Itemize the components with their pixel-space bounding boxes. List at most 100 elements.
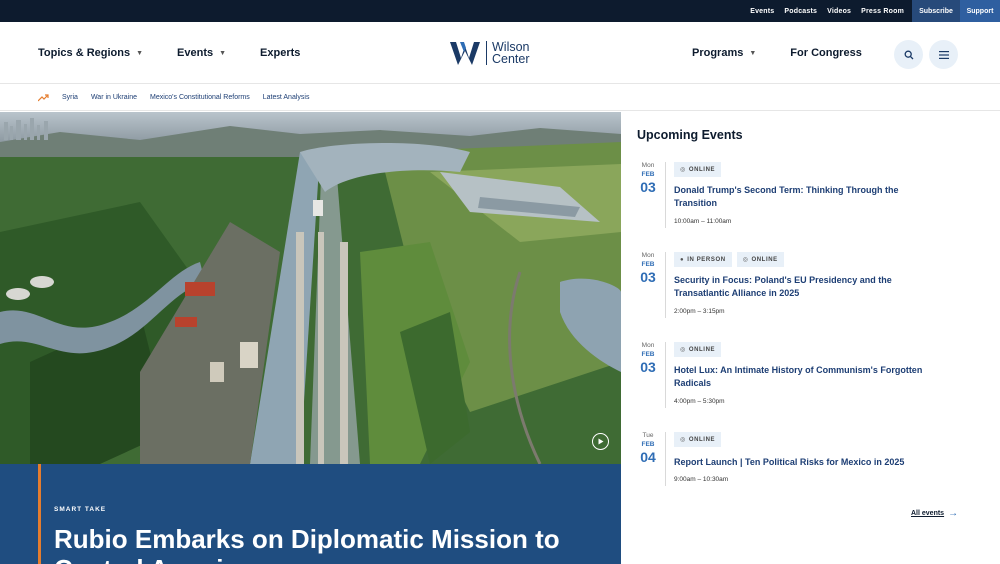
play-video-button[interactable] [592,433,609,450]
event-item[interactable]: Tue FEB 04 ◎ ONLINE Report Launch | Ten … [637,432,977,488]
event-day-of-week: Tue [642,432,654,439]
nav-for-congress[interactable]: For Congress [790,47,862,59]
logo-wordmark: Wilson Center [492,41,530,66]
event-time: 10:00am – 11:00am [674,218,732,225]
nav-for-congress-label: For Congress [790,47,862,59]
trending-link-latest-analysis[interactable]: Latest Analysis [263,94,310,101]
chevron-down-icon: ▼ [219,49,227,57]
event-divider [665,162,666,228]
nav-topics-regions-label: Topics & Regions [38,47,131,59]
event-month: FEB [641,261,655,268]
trending-up-icon [38,93,49,101]
event-item[interactable]: Mon FEB 03 ● IN PERSON ◎ ONLINE Security… [637,252,977,320]
event-title[interactable]: Report Launch | Ten Political Risks for … [674,456,954,469]
chevron-down-icon: ▼ [136,49,144,57]
subscribe-button[interactable]: Subscribe [912,0,960,22]
wilson-w-logo-icon [450,42,480,65]
event-day-of-week: Mon [641,252,655,259]
nav-experts[interactable]: Experts [260,47,300,59]
event-title[interactable]: Hotel Lux: An Intimate History of Commun… [674,364,924,390]
nav-experts-label: Experts [260,47,301,59]
nav-topics-regions[interactable]: Topics & Regions ▼ [38,47,143,59]
event-time: 9:00am – 10:30am [674,476,729,483]
nav-programs[interactable]: Programs ▼ [692,47,756,59]
online-badge: ◎ ONLINE [674,432,722,447]
chevron-down-icon: ▼ [749,49,757,57]
event-divider [665,342,666,408]
online-badge: ◎ ONLINE [736,252,784,267]
event-day: 03 [640,359,656,375]
event-badges: ◎ ONLINE [674,432,722,447]
event-time: 2:00pm – 3:15pm [674,308,725,315]
hero-caption-panel: SMART TAKE Rubio Embarks on Diplomatic M… [0,464,621,564]
utility-link-events[interactable]: Events [750,8,774,15]
online-badge: ◎ ONLINE [674,342,722,357]
nav-programs-label: Programs [692,47,744,59]
event-month: FEB [641,351,655,358]
hero-accent-line [38,464,41,564]
trending-link-war-in-ukraine[interactable]: War in Ukraine [91,94,137,101]
hero-feature[interactable]: SMART TAKE Rubio Embarks on Diplomatic M… [0,112,621,564]
play-icon [598,438,604,445]
event-date: Mon FEB 03 [637,342,659,375]
event-date: Tue FEB 04 [637,432,659,465]
event-divider [665,252,666,318]
hero-image-canal-locks [0,112,621,464]
hero-title[interactable]: Rubio Embarks on Diplomatic Mission to C… [54,524,594,564]
trending-bar: Syria War in Ukraine Mexico's Constituti… [0,85,1000,111]
utility-links: Events Podcasts Videos Press Room [750,0,904,22]
person-icon: ● [680,256,685,263]
utility-link-podcasts[interactable]: Podcasts [784,8,817,15]
event-time: 4:00pm – 5:30pm [674,398,725,405]
primary-nav-left: Topics & Regions ▼ Events ▼ Experts [38,22,300,84]
event-badges: ● IN PERSON ◎ ONLINE [674,252,784,267]
utility-link-press-room[interactable]: Press Room [861,8,904,15]
event-title[interactable]: Donald Trump's Second Term: Thinking Thr… [674,184,924,210]
logo-divider [486,41,487,65]
trending-link-syria[interactable]: Syria [62,94,78,101]
search-button[interactable] [894,40,923,69]
event-day: 04 [640,449,656,465]
wilson-center-logo[interactable]: Wilson Center [450,39,530,67]
badge-label: ONLINE [688,346,716,353]
all-events-label: All events [911,510,945,517]
globe-icon: ◎ [680,437,686,443]
event-divider [665,432,666,486]
primary-nav-right: Programs ▼ For Congress [692,22,862,84]
online-badge: ◎ ONLINE [674,162,722,177]
upcoming-events-heading: Upcoming Events [637,128,743,142]
event-date: Mon FEB 03 [637,162,659,195]
event-date: Mon FEB 03 [637,252,659,285]
event-item[interactable]: Mon FEB 03 ◎ ONLINE Donald Trump's Secon… [637,162,977,230]
event-item[interactable]: Mon FEB 03 ◎ ONLINE Hotel Lux: An Intima… [637,342,977,410]
hero-eyebrow: SMART TAKE [54,506,107,513]
globe-icon: ◎ [742,257,749,263]
globe-icon: ◎ [680,167,686,173]
event-title[interactable]: Security in Focus: Poland's EU Presidenc… [674,274,924,300]
nav-events-label: Events [177,47,214,59]
event-day: 03 [640,179,656,195]
event-day-of-week: Mon [641,162,655,169]
menu-button[interactable] [929,40,958,69]
event-month: FEB [641,171,655,178]
event-day-of-week: Mon [641,342,655,349]
logo-text-line2: Center [492,52,530,66]
event-day: 03 [640,269,656,285]
support-button[interactable]: Support [960,0,1000,22]
globe-icon: ◎ [680,347,686,353]
upcoming-events-panel: Upcoming Events Mon FEB 03 ◎ ONLINE Dona… [621,112,1000,564]
event-badges: ◎ ONLINE [674,342,722,357]
arrow-right-icon: → [948,508,959,519]
hamburger-menu-icon [938,50,949,59]
badge-label: IN PERSON [687,256,726,263]
all-events-link[interactable]: All events → [911,508,958,519]
badge-label: ONLINE [688,436,716,443]
utility-link-videos[interactable]: Videos [827,8,851,15]
event-badges: ◎ ONLINE [674,162,722,177]
trending-link-mexico-reforms[interactable]: Mexico's Constitutional Reforms [150,94,250,101]
badge-label: ONLINE [751,256,778,263]
badge-label: ONLINE [688,166,716,173]
nav-events[interactable]: Events ▼ [177,47,226,59]
utility-bar: Events Podcasts Videos Press Room Subscr… [0,0,1000,22]
event-month: FEB [641,441,655,448]
